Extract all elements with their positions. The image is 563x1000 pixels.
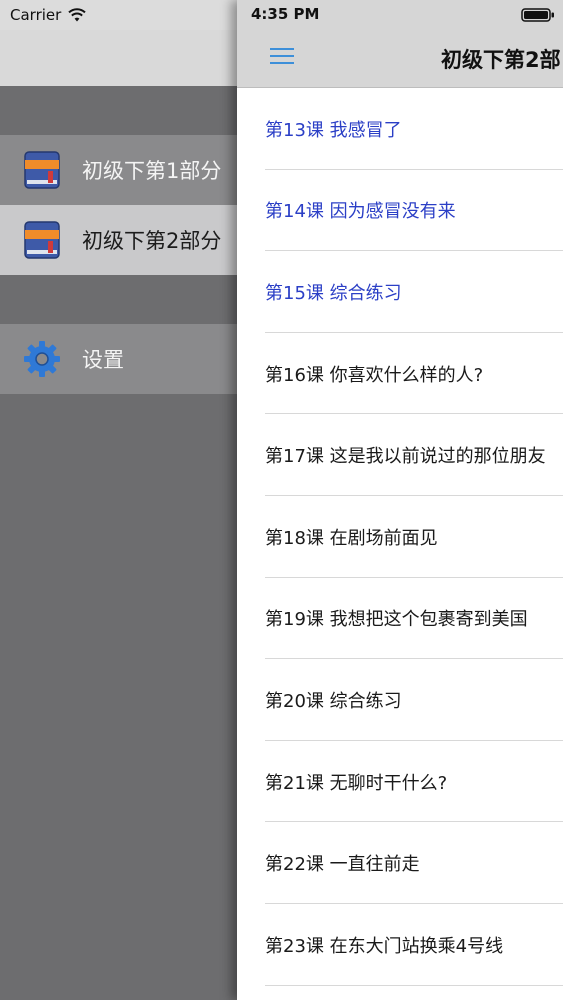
lesson-list-panel: 4:35 PM 初级下第2部 第13课 我感冒了 第14课 因为感冒没有来 第1… — [237, 0, 563, 1000]
carrier-label: Carrier — [10, 6, 62, 24]
lesson-row-14[interactable]: 第14课 因为感冒没有来 — [237, 170, 563, 252]
hamburger-icon[interactable] — [270, 46, 294, 66]
row-divider — [265, 984, 563, 986]
lesson-title: 第13课 我感冒了 — [265, 119, 402, 141]
page-title: 初级下第2部 — [441, 48, 561, 72]
lesson-row-16[interactable]: 第16课 你喜欢什么样的人? — [237, 333, 563, 415]
lesson-title: 第15课 综合练习 — [265, 282, 402, 304]
navigation-bar: 初级下第2部 — [237, 30, 563, 88]
lesson-title: 第21课 无聊时干什么? — [265, 772, 448, 794]
menu-item-label: 初级下第1部分 — [82, 159, 222, 183]
gear-icon — [24, 341, 60, 377]
lesson-title: 第23课 在东大门站换乘4号线 — [265, 935, 504, 957]
status-time: 4:35 PM — [251, 5, 320, 23]
menu-item-label: 初级下第2部分 — [82, 229, 222, 253]
wifi-icon — [68, 8, 87, 22]
book-icon — [24, 151, 60, 189]
lesson-title: 第14课 因为感冒没有来 — [265, 201, 456, 223]
lesson-row-13[interactable]: 第13课 我感冒了 — [237, 88, 563, 170]
lesson-title: 第18课 在剧场前面见 — [265, 527, 438, 549]
lesson-row-20[interactable]: 第20课 综合练习 — [237, 659, 563, 741]
book-icon — [24, 221, 60, 259]
menu-item-label: 设置 — [82, 348, 124, 372]
lesson-title: 第22课 一直往前走 — [265, 854, 420, 876]
lesson-row-22[interactable]: 第22课 一直往前走 — [237, 822, 563, 904]
carrier-indicator: Carrier — [10, 6, 87, 24]
lesson-row-18[interactable]: 第18课 在剧场前面见 — [237, 496, 563, 578]
lesson-row-19[interactable]: 第19课 我想把这个包裹寄到美国 — [237, 578, 563, 660]
main-status-bar: 4:35 PM — [237, 0, 563, 30]
lesson-title: 第20课 综合练习 — [265, 690, 402, 712]
lesson-list: 第13课 我感冒了 第14课 因为感冒没有来 第15课 综合练习 第16课 你喜… — [237, 88, 563, 986]
lesson-row-21[interactable]: 第21课 无聊时干什么? — [237, 741, 563, 823]
lesson-title: 第17课 这是我以前说过的那位朋友 — [265, 446, 546, 468]
lesson-row-15[interactable]: 第15课 综合练习 — [237, 251, 563, 333]
battery-icon — [521, 8, 554, 22]
lesson-row-23[interactable]: 第23课 在东大门站换乘4号线 — [237, 904, 563, 986]
lesson-title: 第19课 我想把这个包裹寄到美国 — [265, 609, 528, 631]
lesson-row-17[interactable]: 第17课 这是我以前说过的那位朋友 — [237, 414, 563, 496]
lesson-title: 第16课 你喜欢什么样的人? — [265, 364, 484, 386]
